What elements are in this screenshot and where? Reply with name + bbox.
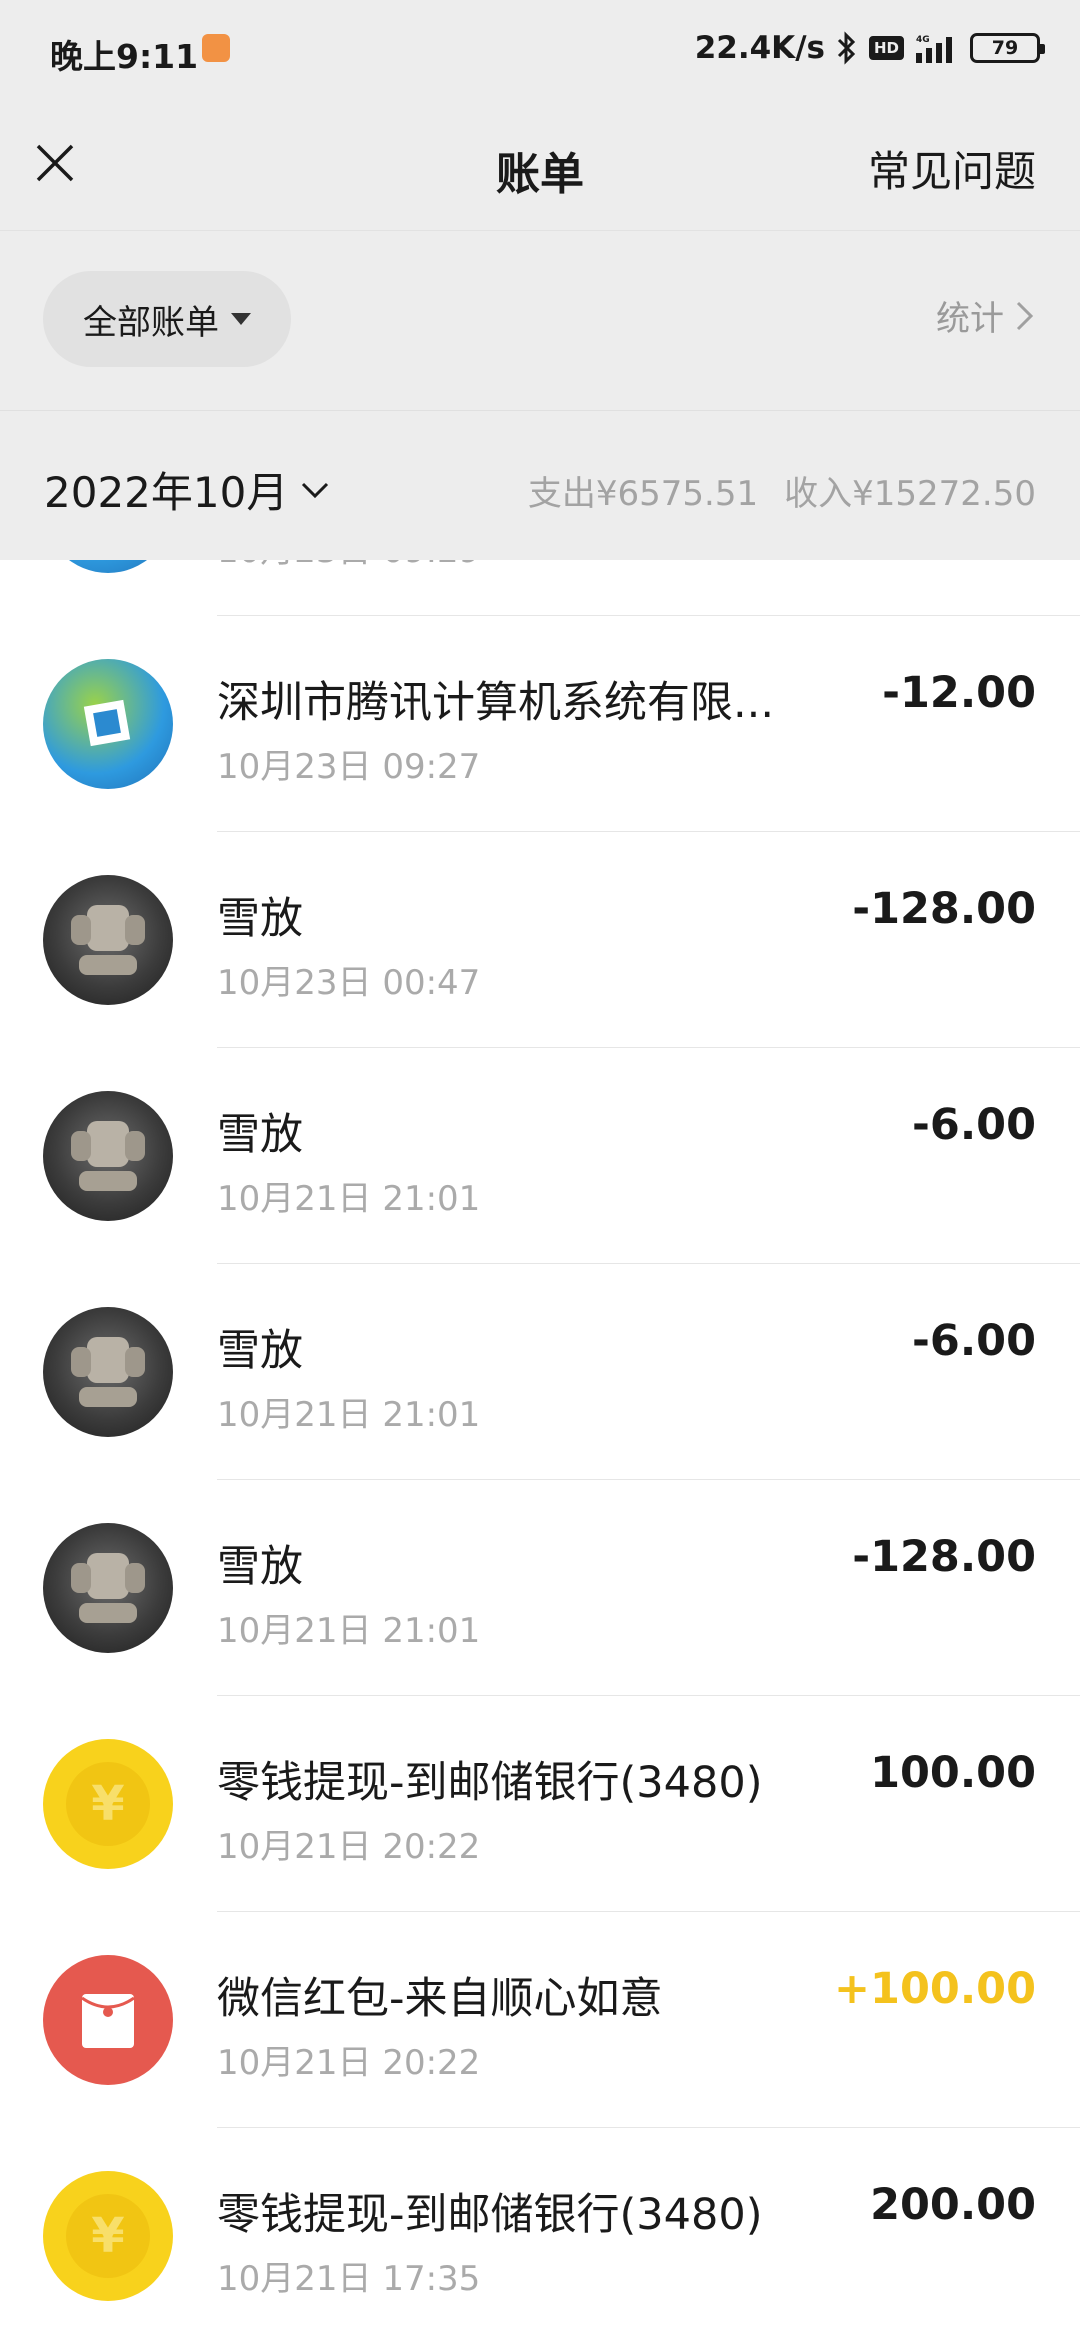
faq-link[interactable]: 常见问题 [868,138,1036,199]
network-speed: 22.4K/s [694,30,825,66]
transaction-name: 微信红包-来自顺心如意 [217,1974,663,2024]
month-selector[interactable]: 2022年10月 [44,459,330,520]
transaction-time: 10月23日 00:47 [217,963,481,1003]
coin-icon: ¥ [43,1739,173,1869]
transaction-list: 10月23日 09:29 深圳市腾讯计算机系统有限... 10月23日 09:2… [0,560,1080,2340]
transaction-amount: +100.00 [834,1964,1036,2014]
month-header: 2022年10月 支出¥6575.51 收入¥15272.50 [0,410,1080,560]
transaction-time: 10月21日 21:01 [217,1395,481,1435]
bank-logo-icon [43,659,173,789]
transaction-time: 10月23日 09:27 [217,747,481,787]
transaction-time: 10月21日 20:22 [217,1827,481,1867]
app-notification-icon [202,34,230,62]
signal-label: 4G [916,35,930,45]
transaction-time: 10月23日 09:29 [217,560,480,572]
transaction-name: 雪放 [217,894,303,944]
bill-filter-dropdown[interactable]: 全部账单 [43,271,291,367]
transaction-name: 雪放 [217,1326,303,1376]
bluetooth-icon [837,31,856,65]
coin-icon: ¥ [43,2171,173,2301]
filter-bar: 全部账单 统计 [0,230,1080,410]
transaction-amount: -6.00 [912,1100,1036,1150]
transaction-amount: -6.00 [912,1316,1036,1366]
bill-filter-label: 全部账单 [83,302,219,343]
transaction-time: 10月21日 21:01 [217,1179,481,1219]
signal-icon: 4G [916,35,952,63]
transaction-time: 10月21日 21:01 [217,1611,481,1651]
month-summary: 支出¥6575.51 收入¥15272.50 [528,466,1036,515]
chevron-down-icon [302,482,329,498]
bank-logo-icon [43,560,173,573]
battery-icon: 79 [970,33,1045,63]
armor-avatar [43,1523,173,1653]
list-item[interactable]: 雪放 10月21日 21:01 -128.00 [0,1480,1080,1696]
month-income: 收入¥15272.50 [784,474,1036,514]
list-item-partial[interactable]: 10月23日 09:29 [0,560,1080,616]
transaction-name: 零钱提现-到邮储银行(3480) [217,2190,763,2240]
list-item[interactable]: 雪放 10月21日 21:01 -6.00 [0,1264,1080,1480]
hd-badge: HD [868,36,904,60]
status-time: 晚上9:11 [50,37,199,76]
transaction-time: 10月21日 20:22 [217,2043,481,2083]
transaction-amount: -128.00 [852,1532,1036,1582]
list-item[interactable]: 雪放 10月23日 00:47 -128.00 [0,832,1080,1048]
list-item[interactable]: ¥ 零钱提现-到邮储银行(3480) 10月21日 20:22 100.00 [0,1696,1080,1912]
transaction-name: 雪放 [217,1110,303,1160]
list-item[interactable]: 深圳市腾讯计算机系统有限... 10月23日 09:27 -12.00 [0,616,1080,832]
red-packet-icon [43,1955,173,2085]
transaction-time: 10月21日 17:35 [217,2259,481,2299]
armor-avatar [43,1307,173,1437]
stats-link[interactable]: 统计 [936,291,1036,340]
month-expense: 支出¥6575.51 [527,474,759,514]
nav-bar: 账单 常见问题 [0,100,1080,230]
list-item[interactable]: ¥ 零钱提现-到邮储银行(3480) 10月21日 17:35 200.00 [0,2128,1080,2340]
armor-avatar [43,875,173,1005]
transaction-amount: -128.00 [852,884,1036,934]
armor-avatar [43,1091,173,1221]
transaction-name: 零钱提现-到邮储银行(3480) [217,1758,763,1808]
list-item[interactable]: 雪放 10月21日 21:01 -6.00 [0,1048,1080,1264]
transaction-name: 雪放 [217,1542,303,1592]
transaction-name: 深圳市腾讯计算机系统有限... [217,678,775,728]
list-item[interactable]: 微信红包-来自顺心如意 10月21日 20:22 +100.00 [0,1912,1080,2128]
status-indicators: 22.4K/s HD 4G 79 [694,28,1045,68]
transaction-amount: 100.00 [870,1748,1036,1798]
caret-down-icon [231,313,251,325]
transaction-amount: 200.00 [870,2180,1036,2230]
status-bar: 晚上9:11 22.4K/s HD 4G 79 [0,0,1080,100]
transaction-amount: -12.00 [882,668,1036,718]
stats-label: 统计 [936,299,1004,339]
month-label: 2022年10月 [44,468,289,517]
chevron-right-icon [1016,301,1034,330]
